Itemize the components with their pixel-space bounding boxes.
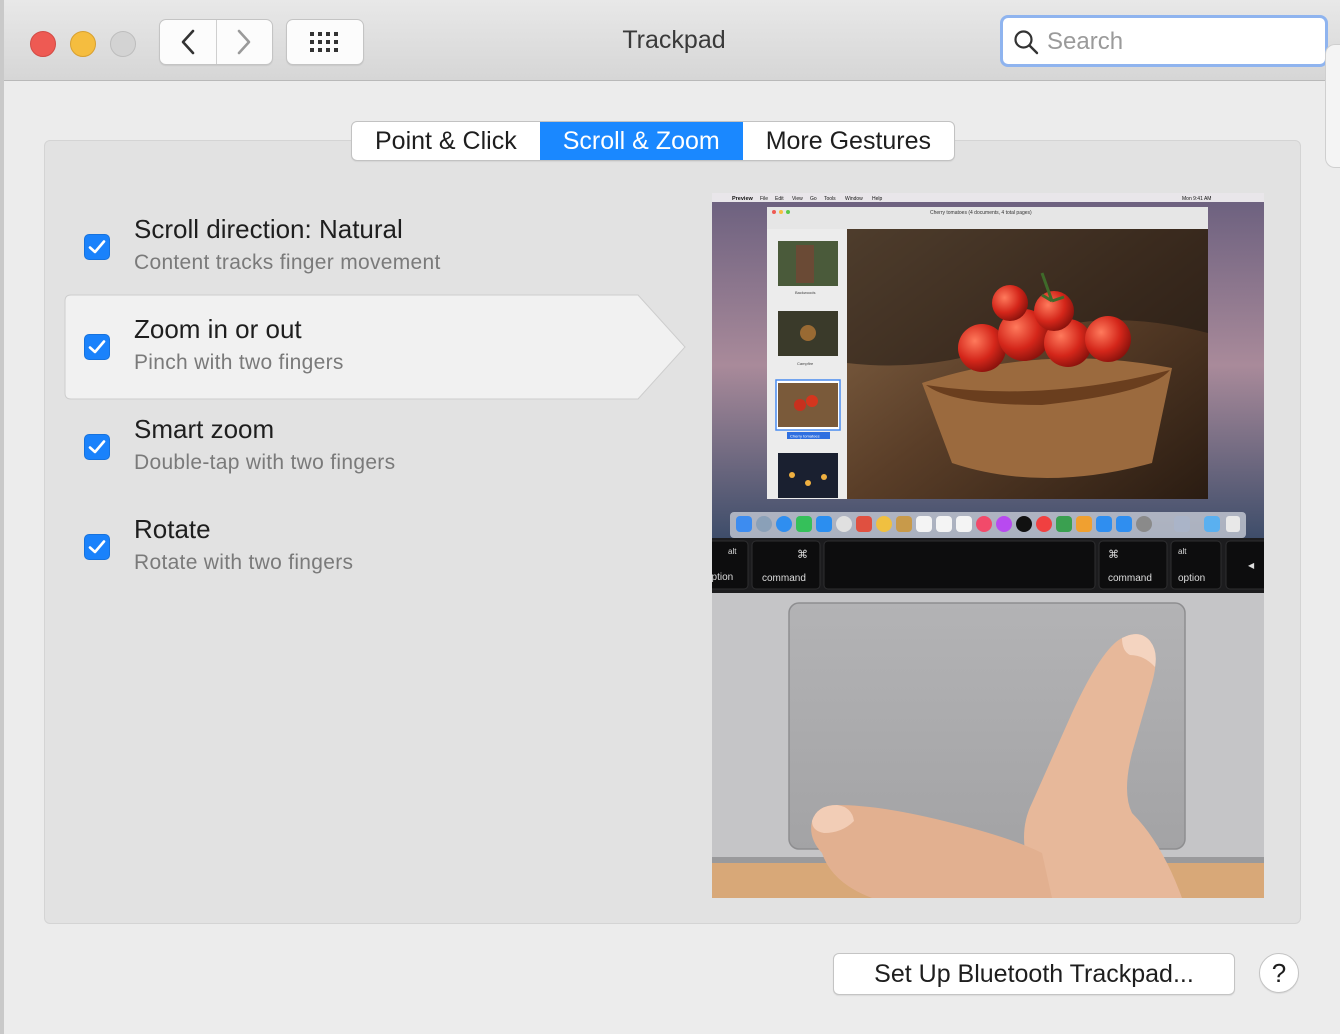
- option-subtitle: Double-tap with two fingers: [134, 451, 396, 474]
- checkmark-icon: [88, 240, 106, 254]
- option-title: Rotate: [134, 514, 211, 544]
- option-scroll-direction[interactable]: Scroll direction: Natural Content tracks…: [64, 196, 644, 300]
- checkbox-scroll-direction[interactable]: [84, 234, 110, 260]
- preview-menubar-go: Go: [810, 196, 817, 202]
- preview-menubar-file: File: [760, 196, 768, 202]
- checkmark-icon: [88, 340, 106, 354]
- key-right-option: option: [1178, 573, 1205, 584]
- tab-bar: Point & Click Scroll & Zoom More Gesture…: [351, 121, 956, 161]
- preview-thumb-label: Backwoods: [795, 290, 815, 295]
- search-icon: [1014, 30, 1039, 55]
- option-subtitle: Rotate with two fingers: [134, 551, 354, 574]
- checkmark-icon: [88, 440, 106, 454]
- option-subtitle: Pinch with two fingers: [134, 351, 344, 374]
- key-left-alt: alt: [728, 547, 737, 556]
- tab-point-click[interactable]: Point & Click: [352, 122, 540, 160]
- preview-menubar-app: Preview: [732, 196, 754, 202]
- setup-bluetooth-trackpad-button[interactable]: Set Up Bluetooth Trackpad...: [833, 953, 1235, 995]
- key-right-alt: alt: [1178, 547, 1187, 556]
- preview-menubar-edit: Edit: [775, 196, 784, 202]
- preview-thumb-label: Campfire: [797, 361, 814, 366]
- key-right-cmd-symbol: ⌘: [1108, 548, 1119, 561]
- checkbox-smart-zoom[interactable]: [84, 434, 110, 460]
- preview-menubar-window: Window: [845, 196, 863, 202]
- key-left-cmd-symbol: ⌘: [797, 548, 808, 561]
- preview-menubar-clock: Mon 9:41 AM: [1182, 196, 1211, 202]
- preview-menubar-tools: Tools: [824, 196, 836, 202]
- key-arrow-left: ◀: [1248, 561, 1255, 570]
- tab-more-gestures[interactable]: More Gestures: [743, 122, 954, 160]
- checkmark-icon: [88, 540, 106, 554]
- checkbox-zoom-in-out[interactable]: [84, 334, 110, 360]
- checkbox-rotate[interactable]: [84, 534, 110, 560]
- key-left-option: option: [712, 572, 733, 583]
- preview-document-title: Cherry tomatoes (4 documents, 4 total pa…: [930, 210, 1032, 216]
- option-title: Zoom in or out: [134, 314, 302, 344]
- option-title: Smart zoom: [134, 414, 275, 444]
- adjacent-window-edge: [1325, 44, 1340, 168]
- preview-thumb-label: Cherry tomatoes: [790, 434, 820, 439]
- option-subtitle: Content tracks finger movement: [134, 251, 441, 274]
- search-input[interactable]: [1045, 26, 1319, 58]
- title-bar: Trackpad: [4, 0, 1340, 81]
- preview-menubar-help: Help: [872, 196, 883, 202]
- help-button[interactable]: ?: [1259, 953, 1299, 993]
- tab-scroll-zoom[interactable]: Scroll & Zoom: [539, 122, 743, 160]
- preview-menubar-view: View: [792, 196, 803, 202]
- gesture-preview-illustration: Preview File Edit View Go Tools Window H…: [712, 193, 1264, 898]
- key-right-command: command: [1108, 573, 1152, 584]
- search-field[interactable]: [1000, 15, 1328, 67]
- option-rotate[interactable]: Rotate Rotate with two fingers: [64, 496, 644, 600]
- key-left-command: command: [762, 573, 806, 584]
- desktop-edge: [0, 0, 4, 1034]
- option-title: Scroll direction: Natural: [134, 214, 403, 244]
- option-smart-zoom[interactable]: Smart zoom Double-tap with two fingers: [64, 396, 644, 500]
- option-zoom-in-out[interactable]: Zoom in or out Pinch with two fingers: [64, 296, 644, 400]
